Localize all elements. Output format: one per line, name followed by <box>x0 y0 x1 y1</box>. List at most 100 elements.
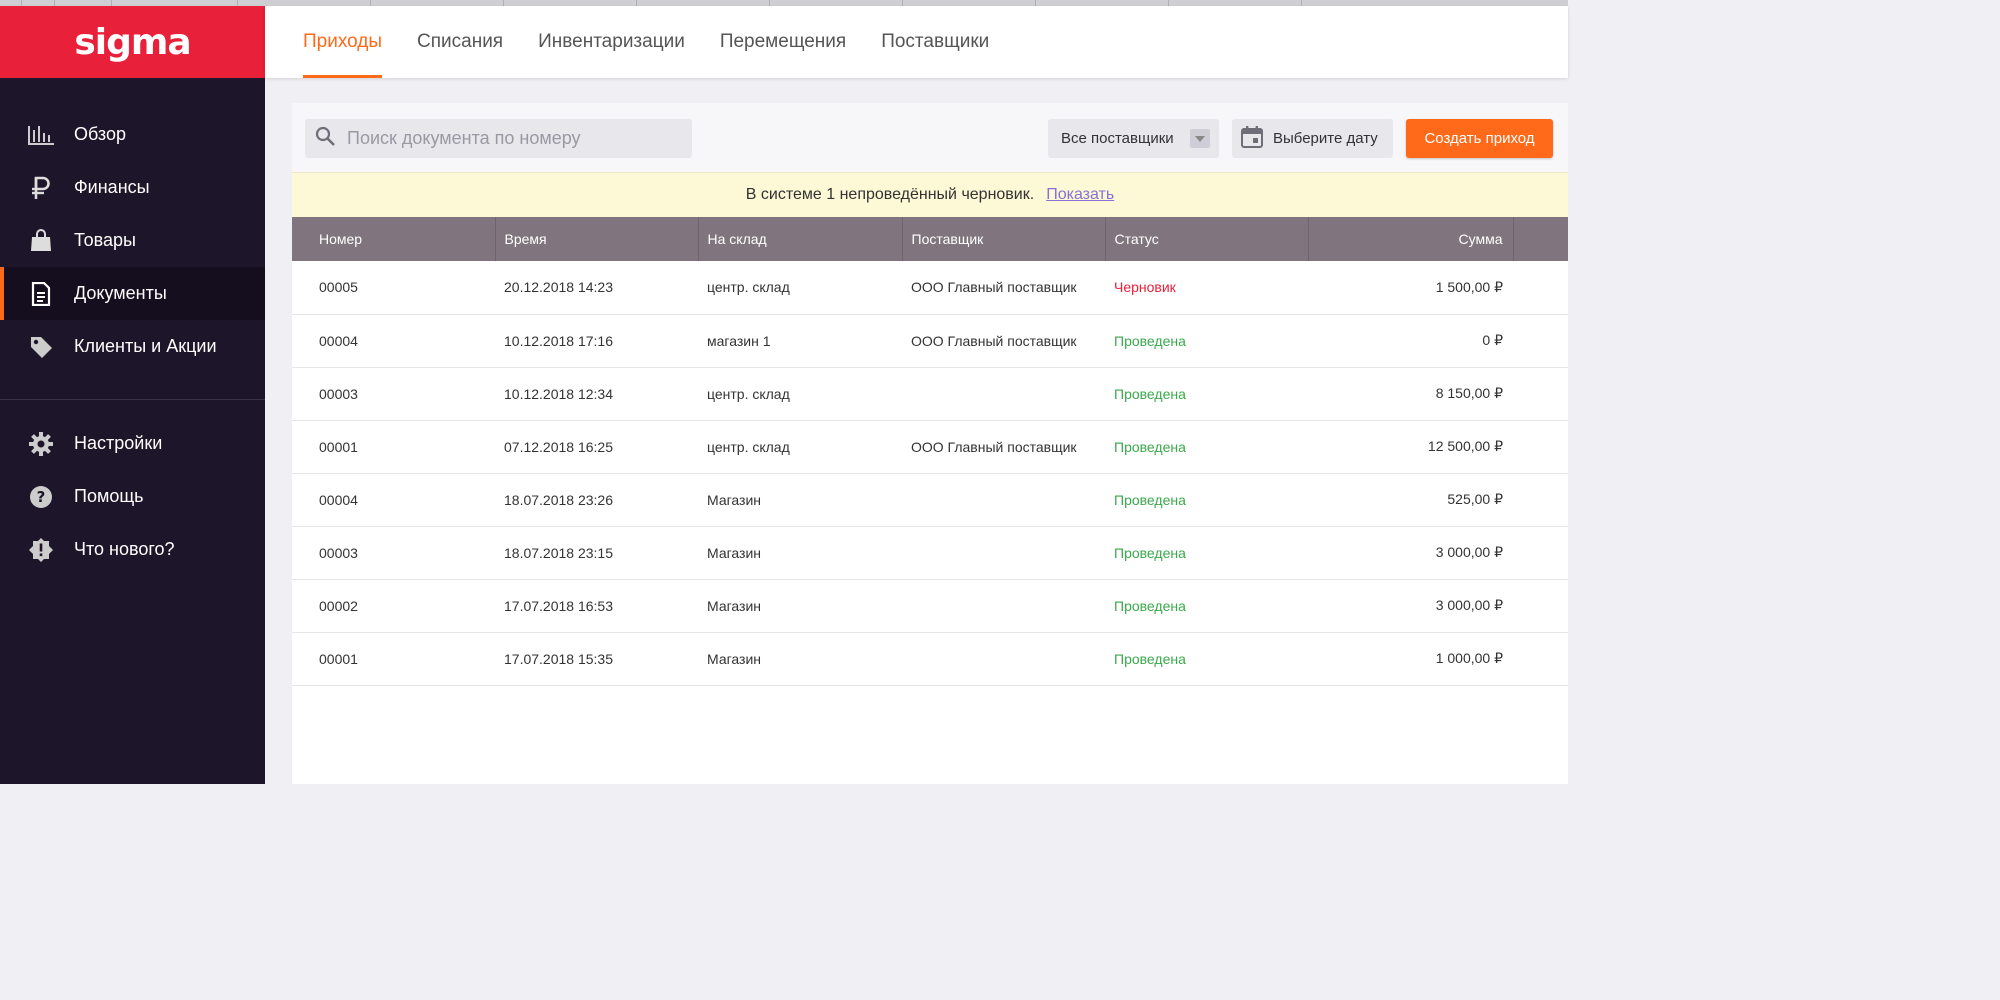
cell-time: 17.07.2018 16:53 <box>495 579 698 633</box>
cell-supplier <box>902 632 1105 686</box>
sidebar-item-finance[interactable]: Финансы <box>0 161 265 214</box>
document-tabs: Приходы Списания Инвентаризации Перемеще… <box>265 6 1568 78</box>
sidebar-item-help[interactable]: ? Помощь <box>0 470 265 523</box>
sidebar-item-clients[interactable]: Клиенты и Акции <box>0 320 265 373</box>
search-placeholder: Поиск документа по номеру <box>347 128 581 148</box>
help-icon: ? <box>28 484 54 510</box>
column-header-sum[interactable]: Сумма <box>1308 217 1514 261</box>
chevron-down-icon <box>1190 129 1210 148</box>
cell-warehouse: центр. склад <box>698 367 902 421</box>
column-header-supplier[interactable]: Поставщик <box>902 217 1106 261</box>
show-drafts-link[interactable]: Показать <box>1046 186 1114 204</box>
sidebar: sigma Обзор Финансы Товары Документы Кли… <box>0 6 265 784</box>
cell-sum: 12 500,00 ₽ <box>1308 420 1513 474</box>
tab-inventories[interactable]: Инвентаризации <box>538 6 685 78</box>
receipts-panel: Поиск документа по номеру Все поставщики… <box>292 103 1568 784</box>
cell-sum: 525,00 ₽ <box>1308 473 1513 527</box>
cell-empty <box>1513 314 1568 368</box>
column-header-empty <box>1513 217 1568 261</box>
cell-time: 10.12.2018 17:16 <box>495 314 698 368</box>
table-row[interactable]: 00002 17.07.2018 16:53 Магазин Проведена 3 0… <box>292 579 1568 633</box>
cell-warehouse: Магазин <box>698 579 902 633</box>
cell-time: 20.12.2018 14:23 <box>495 261 698 315</box>
cell-number: 00004 <box>292 473 495 527</box>
cell-supplier: ООО Главный поставщик <box>902 314 1105 368</box>
document-icon <box>28 281 54 307</box>
supplier-filter-value: Все поставщики <box>1061 130 1174 147</box>
cell-warehouse: центр. склад <box>698 261 902 315</box>
cell-number: 00003 <box>292 526 495 580</box>
table-header-row: Номер Время На склад Поставщик Статус Су… <box>292 217 1568 261</box>
table-row[interactable]: 00004 18.07.2018 23:26 Магазин Проведена 525… <box>292 473 1568 527</box>
cell-warehouse: магазин 1 <box>698 314 902 368</box>
table-row[interactable]: 00001 17.07.2018 15:35 Магазин Проведена 1 0… <box>292 632 1568 686</box>
cell-number: 00001 <box>292 420 495 474</box>
cell-empty <box>1513 579 1568 633</box>
calendar-icon <box>1241 125 1263 152</box>
cell-number: 00001 <box>292 632 495 686</box>
sidebar-item-label: Документы <box>74 283 167 303</box>
cell-number: 00002 <box>292 579 495 633</box>
cell-empty <box>1513 420 1568 474</box>
date-picker-label: Выберите дату <box>1273 130 1378 147</box>
table-body: 00005 20.12.2018 14:23 центр. склад ООО Гла… <box>292 261 1568 686</box>
cell-number: 00005 <box>292 261 495 315</box>
date-picker-button[interactable]: Выберите дату <box>1232 119 1393 158</box>
cell-time: 18.07.2018 23:26 <box>495 473 698 527</box>
cell-supplier <box>902 367 1105 421</box>
column-header-status[interactable]: Статус <box>1105 217 1309 261</box>
search-input[interactable]: Поиск документа по номеру <box>305 119 692 158</box>
cell-empty <box>1513 261 1568 315</box>
cell-sum: 0 ₽ <box>1308 314 1513 368</box>
sidebar-item-documents[interactable]: Документы <box>0 267 265 320</box>
cell-empty <box>1513 632 1568 686</box>
cell-supplier <box>902 579 1105 633</box>
cell-status: Проведена <box>1105 632 1308 686</box>
create-receipt-button[interactable]: Создать приход <box>1406 119 1553 158</box>
table-row[interactable]: 00004 10.12.2018 17:16 магазин 1 ООО Главны… <box>292 314 1568 368</box>
cell-sum: 1 000,00 ₽ <box>1308 632 1513 686</box>
sidebar-item-settings[interactable]: Настройки <box>0 417 265 470</box>
cell-warehouse: Магазин <box>698 526 902 580</box>
draft-notice: В системе 1 непроведённый черновик. Пока… <box>292 172 1568 217</box>
cell-time: 18.07.2018 23:15 <box>495 526 698 580</box>
column-header-time[interactable]: Время <box>495 217 699 261</box>
cell-status: Черновик <box>1105 261 1308 315</box>
tab-transfers[interactable]: Перемещения <box>720 6 846 78</box>
sidebar-item-label: Финансы <box>74 177 150 197</box>
cell-time: 07.12.2018 16:25 <box>495 420 698 474</box>
table-row[interactable]: 00005 20.12.2018 14:23 центр. склад ООО Гла… <box>292 261 1568 315</box>
sidebar-item-whats-new[interactable]: Что нового? <box>0 523 265 576</box>
cell-status: Проведена <box>1105 420 1308 474</box>
supplier-filter-select[interactable]: Все поставщики <box>1048 119 1219 158</box>
table-row[interactable]: 00003 10.12.2018 12:34 центр. склад Проведе… <box>292 367 1568 421</box>
tab-suppliers[interactable]: Поставщики <box>881 6 989 78</box>
chart-bars-icon <box>28 122 54 148</box>
column-header-number[interactable]: Номер <box>292 217 496 261</box>
cell-supplier <box>902 473 1105 527</box>
column-header-warehouse[interactable]: На склад <box>698 217 903 261</box>
sidebar-item-label: Обзор <box>74 124 126 144</box>
sidebar-item-overview[interactable]: Обзор <box>0 108 265 161</box>
sidebar-nav: Обзор Финансы Товары Документы Клиенты и… <box>0 108 265 576</box>
sidebar-item-label: Товары <box>74 230 136 250</box>
cell-warehouse: Магазин <box>698 473 902 527</box>
cell-status: Проведена <box>1105 473 1308 527</box>
logo[interactable]: sigma <box>0 6 265 78</box>
cell-sum: 1 500,00 ₽ <box>1308 261 1513 315</box>
cell-time: 17.07.2018 15:35 <box>495 632 698 686</box>
sidebar-item-label: Настройки <box>74 433 163 453</box>
cell-sum: 3 000,00 ₽ <box>1308 579 1513 633</box>
table-row[interactable]: 00003 18.07.2018 23:15 Магазин Проведена 3 0… <box>292 526 1568 580</box>
cell-time: 10.12.2018 12:34 <box>495 367 698 421</box>
cell-status: Проведена <box>1105 579 1308 633</box>
sidebar-item-products[interactable]: Товары <box>0 214 265 267</box>
ruble-icon <box>28 175 54 201</box>
cell-empty <box>1513 473 1568 527</box>
tab-receipts[interactable]: Приходы <box>303 6 383 78</box>
tab-write-offs[interactable]: Списания <box>417 6 503 78</box>
cell-warehouse: Магазин <box>698 632 902 686</box>
toolbar: Поиск документа по номеру Все поставщики… <box>292 103 1568 172</box>
cell-supplier: ООО Главный поставщик <box>902 261 1105 315</box>
table-row[interactable]: 00001 07.12.2018 16:25 центр. склад ООО Гла… <box>292 420 1568 474</box>
